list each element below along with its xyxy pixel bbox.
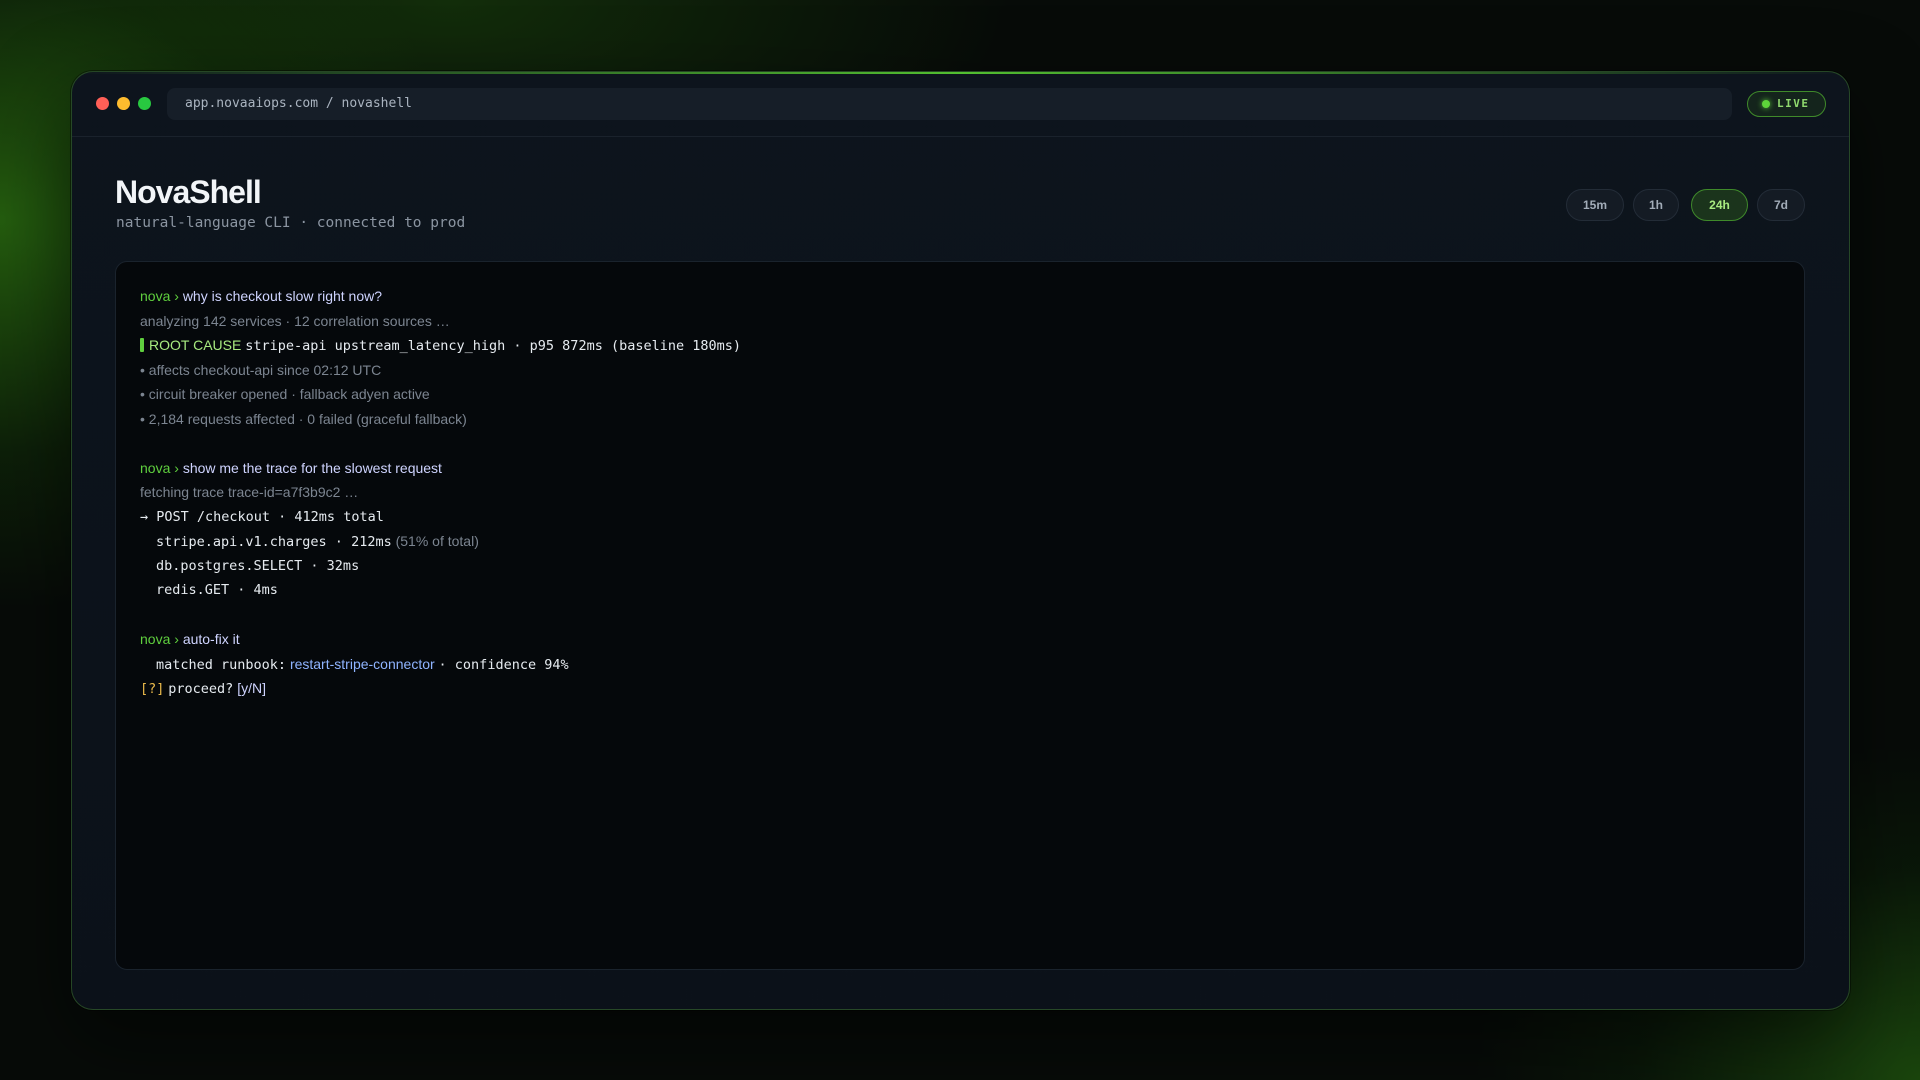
terminal-line-bullet: • affects checkout-api since 02:12 UTC	[140, 362, 382, 378]
terminal-line-analyzing: analyzing 142 services · 12 correlation …	[140, 313, 450, 329]
live-label: LIVE	[1777, 97, 1810, 110]
range-button-15m[interactable]: 15m	[1566, 189, 1624, 221]
confirm-text: proceed?	[168, 681, 234, 697]
trace-span: db.postgres.SELECT · 32ms	[156, 558, 360, 574]
range-button-24h[interactable]: 24h	[1691, 189, 1748, 221]
terminal-line-query-1: nova › why is checkout slow right now?	[140, 286, 382, 306]
terminal-line-query-3: nova › auto-fix it	[140, 629, 240, 649]
range-button-7d[interactable]: 7d	[1757, 189, 1805, 221]
maximize-window-button[interactable]	[138, 97, 151, 110]
root-cause-marker-icon	[140, 338, 144, 352]
terminal-panel[interactable]: nova › why is checkout slow right now? a…	[115, 261, 1805, 970]
runbook-match-line: matched runbook: restart-stripe-connecto…	[156, 654, 569, 674]
prompt-label: nova ›	[140, 460, 179, 476]
confirm-tag: [?]	[140, 681, 165, 697]
minimize-window-button[interactable]	[117, 97, 130, 110]
range-button-1h[interactable]: 1h	[1633, 189, 1679, 221]
trace-root-span: → POST /checkout · 412ms total	[140, 509, 384, 525]
trace-span: redis.GET · 4ms	[156, 582, 278, 598]
query-text: why is checkout slow right now?	[182, 288, 383, 304]
page-subtitle: natural-language CLI · connected to prod	[116, 215, 466, 231]
prompt-label: nova ›	[140, 288, 179, 304]
live-indicator-icon	[1762, 100, 1770, 108]
query-text: show me the trace for the slowest reques…	[182, 460, 442, 476]
confirm-options[interactable]: [y/N]	[237, 680, 266, 696]
trace-span: stripe.api.v1.charges · 212ms (51% of to…	[156, 531, 479, 551]
prompt-label: nova ›	[140, 631, 179, 647]
query-text: auto-fix it	[182, 631, 240, 647]
close-window-button[interactable]	[96, 97, 109, 110]
runbook-link[interactable]: restart-stripe-connector	[290, 656, 435, 672]
live-status-badge: LIVE	[1747, 91, 1826, 117]
terminal-line-bullet: • circuit breaker opened · fallback adye…	[140, 386, 430, 402]
terminal-line-fetching: fetching trace trace-id=a7f3b9c2 …	[140, 484, 359, 500]
page-title: NovaShell	[115, 174, 262, 210]
address-bar[interactable]: app.novaaiops.com / novashell	[167, 88, 1732, 120]
span-share-note: (51% of total)	[395, 533, 479, 549]
confirm-prompt-line: [?] proceed? [y/N]	[140, 678, 266, 698]
root-cause-detail: stripe-api upstream_latency_high · p95 8…	[245, 338, 741, 354]
terminal-line-bullet: • 2,184 requests affected · 0 failed (gr…	[140, 411, 467, 427]
root-cause-label: ROOT CAUSE	[149, 337, 242, 353]
app-window: app.novaaiops.com / novashell LIVE NovaS…	[71, 71, 1850, 1010]
runbook-confidence: · confidence 94%	[438, 657, 569, 673]
terminal-line-query-2: nova › show me the trace for the slowest…	[140, 458, 442, 478]
span-label: stripe.api.v1.charges · 212ms	[156, 534, 392, 550]
terminal-line-root-cause: ROOT CAUSE stripe-api upstream_latency_h…	[140, 335, 741, 355]
title-bar: app.novaaiops.com / novashell LIVE	[72, 72, 1849, 137]
runbook-prefix: matched runbook:	[156, 657, 287, 673]
